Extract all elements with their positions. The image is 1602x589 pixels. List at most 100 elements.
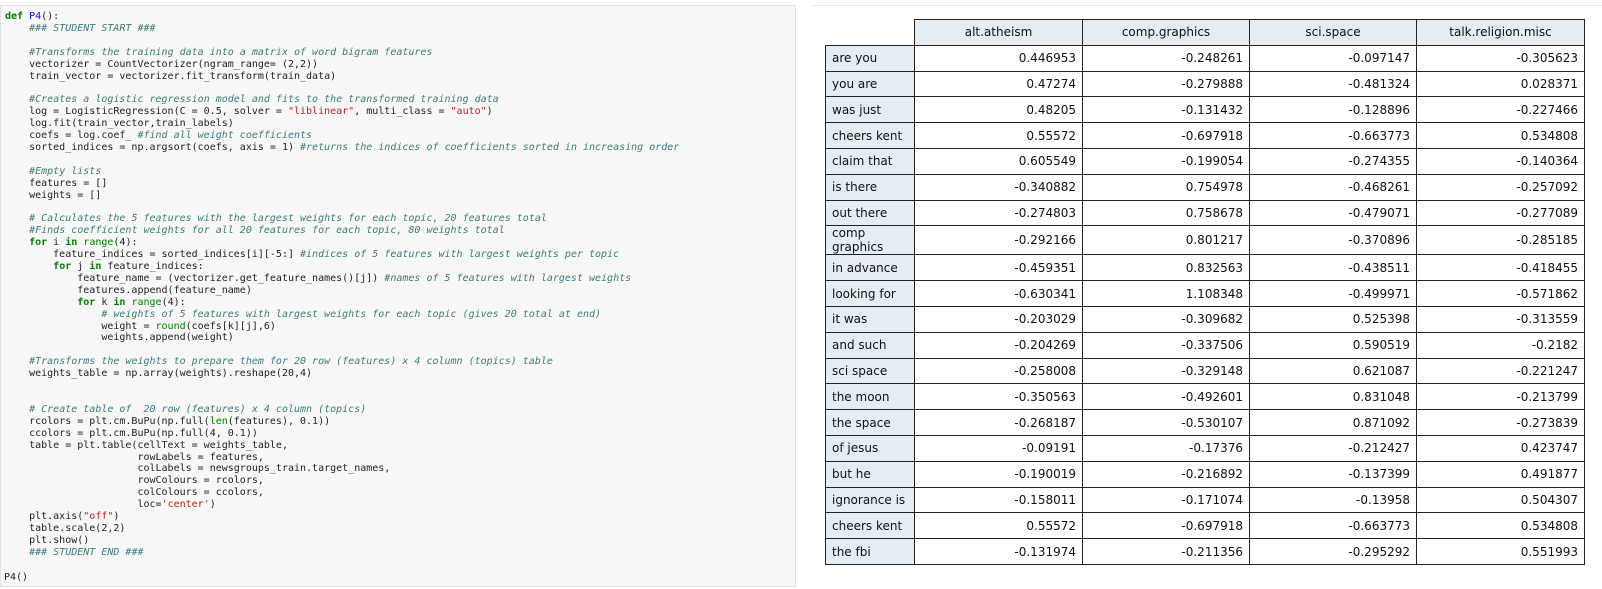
weight-cell: -0.257092 — [1416, 173, 1585, 201]
table-row: cheers kent 0.55572 -0.697918 -0.663773 0.53… — [825, 512, 1585, 540]
code-line: for k in range(4): — [77, 296, 186, 308]
code-line: features.append(feature_name) — [5, 284, 252, 296]
code-line: rowLabels = features, — [5, 451, 264, 463]
row-label: the fbi — [825, 538, 915, 565]
row-label: cheers kent — [825, 512, 915, 540]
function-call-line: P4() — [4, 572, 29, 583]
code-line: weight = round(coefs[k][j],6) — [5, 320, 276, 332]
table-row: of jesus -0.09191 -0.17376 -0.212427 0.42374… — [825, 434, 1585, 462]
row-label: of jesus — [825, 434, 915, 462]
table-row: sci space -0.258008 -0.329148 0.621087 -0.22… — [825, 357, 1585, 385]
row-label: sci space — [825, 357, 915, 385]
weight-cell: -0.171074 — [1082, 486, 1250, 514]
code-line: feature_indices = sorted_indices[i][-5:]… — [5, 249, 620, 261]
table-row: are you 0.446953 -0.248261 -0.097147 -0.3056… — [825, 44, 1585, 72]
code-line: plt.show() — [5, 534, 90, 546]
row-label: in advance — [825, 254, 915, 282]
code-line: table.scale(2,2) — [5, 522, 126, 534]
table-row: the space -0.268187 -0.530107 0.871092 -0.27… — [825, 409, 1585, 436]
table-row: was just 0.48205 -0.131432 -0.128896 -0.2274… — [825, 96, 1585, 124]
row-label: looking for — [825, 280, 915, 307]
code-line: # Create table of 20 row (features) x 4 … — [29, 403, 367, 415]
row-label: claim that — [825, 147, 915, 175]
weight-cell: -0.158011 — [914, 486, 1083, 514]
weight-cell: -0.204269 — [914, 331, 1083, 359]
weight-cell: -0.285185 — [1416, 225, 1585, 256]
weight-cell: -0.292166 — [914, 225, 1083, 256]
weight-cell: 0.551993 — [1416, 538, 1585, 565]
weight-cell: -0.329148 — [1082, 357, 1250, 385]
weight-cell: -0.274803 — [914, 199, 1083, 227]
weight-cell: -0.09191 — [914, 434, 1083, 462]
code-cell[interactable]: def P4(): ### STUDENT START ### #Transfo… — [0, 5, 796, 587]
code-line: def P4(): — [5, 11, 60, 22]
code-line: rcolors = plt.cm.BuPu(np.full(len(featur… — [5, 415, 331, 427]
code-line: #Empty lists — [29, 165, 102, 177]
weight-cell: -0.097147 — [1249, 44, 1417, 72]
code-line: ### STUDENT END ### — [29, 546, 144, 558]
row-label: ignorance is — [825, 486, 915, 514]
weight-cell: -0.128896 — [1249, 96, 1417, 124]
code-line: weights_table = np.array(weights).reshap… — [5, 368, 313, 380]
weight-cell: -0.131432 — [1082, 96, 1250, 124]
weight-cell: 0.028371 — [1416, 70, 1585, 98]
row-label: out there — [825, 199, 915, 227]
code-line: weights = [] — [5, 189, 102, 201]
weight-cell: -0.13958 — [1249, 486, 1417, 514]
weight-cell: -0.313559 — [1416, 305, 1585, 333]
feature-weights-table: alt.atheism comp.graphics sci.space talk… — [825, 19, 1585, 565]
weight-cell: -0.350563 — [914, 383, 1083, 411]
row-label: the space — [825, 409, 915, 436]
weight-cell: -0.337506 — [1082, 331, 1250, 359]
weight-cell: 0.55572 — [914, 512, 1083, 540]
weight-cell: -0.140364 — [1416, 147, 1585, 175]
weight-cell: 0.525398 — [1249, 305, 1417, 333]
weight-cell: 0.621087 — [1249, 357, 1417, 385]
table-row: comp graphics -0.292166 0.801217 -0.370896-… — [825, 225, 1585, 256]
row-label: is there — [825, 173, 915, 201]
code-line: # weights of 5 features with largest wei… — [101, 308, 602, 320]
code-line: log = LogisticRegression(C = 0.5, solver… — [5, 106, 493, 118]
code-line: # Calculates the 5 features with the lar… — [29, 213, 547, 225]
weight-cell: 0.605549 — [914, 147, 1083, 175]
weight-cell: 0.491877 — [1416, 460, 1585, 488]
weight-cell: 0.47274 — [914, 70, 1083, 98]
weight-cell: -0.697918 — [1082, 512, 1250, 540]
row-label: comp graphics — [825, 225, 915, 256]
weight-cell: -0.530107 — [1082, 409, 1250, 436]
weight-cell: 0.446953 — [914, 44, 1083, 72]
code-line: features = [] — [5, 177, 108, 189]
weight-cell: -0.258008 — [914, 357, 1083, 385]
code-editor[interactable]: def P4(): ### STUDENT START ### #Transfo… — [5, 11, 679, 559]
table-row: it was -0.203029 -0.309682 0.525398 -0.31355… — [825, 305, 1585, 333]
code-line: loc='center') — [5, 499, 216, 511]
weight-cell: -0.479071 — [1249, 199, 1417, 227]
code-line: ccolors = plt.cm.BuPu(np.full(4, 0.1)) — [5, 427, 258, 439]
weight-cell: -0.190019 — [914, 460, 1083, 488]
weight-cell: 0.504307 — [1416, 486, 1585, 514]
weight-cell: 0.758678 — [1082, 199, 1250, 227]
code-line: train_vector = vectorizer.fit_transform(… — [5, 70, 337, 82]
weight-cell: -0.273839 — [1416, 409, 1585, 436]
table-row: ignorance is -0.158011 -0.171074 -0.13958 0.… — [825, 486, 1585, 514]
weight-cell: -0.418455 — [1416, 254, 1585, 282]
weight-cell: -0.295292 — [1249, 538, 1417, 565]
weight-cell: 0.801217 — [1082, 225, 1250, 256]
row-label: was just — [825, 96, 915, 124]
weight-cell: -0.211356 — [1082, 538, 1250, 565]
weight-cell: -0.274355 — [1249, 147, 1417, 175]
weight-cell: 0.871092 — [1249, 409, 1417, 436]
column-header: comp.graphics — [1082, 19, 1250, 46]
table-row: and such -0.204269 -0.337506 0.590519 -0.218… — [825, 331, 1585, 359]
code-line: sorted_indices = np.argsort(coefs, axis … — [5, 141, 680, 153]
weight-cell: -0.309682 — [1082, 305, 1250, 333]
weight-cell: 0.534808 — [1416, 512, 1585, 540]
weight-cell: -0.268187 — [914, 409, 1083, 436]
weight-cell: -0.216892 — [1082, 460, 1250, 488]
weight-cell: -0.279888 — [1082, 70, 1250, 98]
row-label: the moon — [825, 383, 915, 411]
